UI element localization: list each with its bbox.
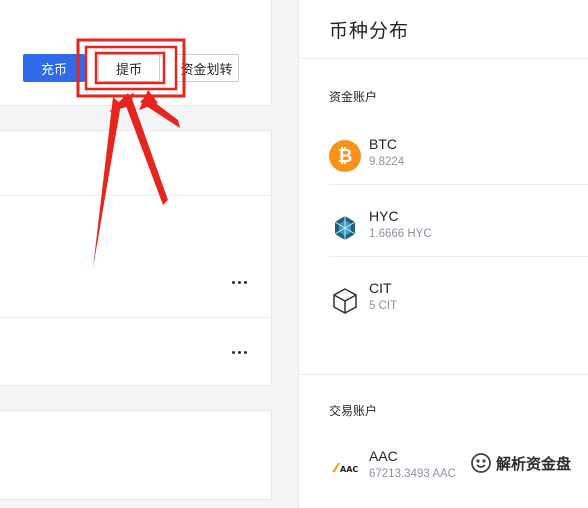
- asset-symbol: CIT: [369, 280, 392, 296]
- asset-divider: [329, 184, 588, 185]
- asset-symbol: AAC: [369, 448, 398, 464]
- cube-icon: [333, 288, 357, 314]
- asset-amount: 5 CIT: [369, 300, 398, 312]
- hyc-icon: [334, 216, 356, 240]
- asset-symbol: BTC: [369, 136, 397, 152]
- watermark-text: 解析资金盘: [496, 455, 572, 473]
- transfer-button[interactable]: 资金划转: [175, 54, 239, 82]
- trading-account-heading: 交易账户: [329, 404, 378, 418]
- asset-list-card: [0, 130, 272, 386]
- asset-amount: 67213.3493 AAC: [369, 468, 456, 480]
- more-options-icon[interactable]: [229, 347, 249, 357]
- asset-item-btc[interactable]: ₿ BTC 9.8224: [329, 136, 588, 186]
- asset-symbol: HYC: [369, 208, 399, 224]
- asset-amount: 9.8224: [369, 156, 405, 168]
- more-options-icon[interactable]: [229, 277, 249, 287]
- secondary-card: [0, 410, 272, 500]
- panel-divider: [299, 58, 588, 59]
- currency-distribution-panel: 币种分布 资金账户 ₿ BTC 9.8224 HYC 1.6666 HYC CI…: [298, 0, 588, 508]
- panel-title: 币种分布: [329, 21, 410, 42]
- svg-text:₿: ₿: [338, 146, 353, 167]
- aac-icon: AAC: [332, 463, 358, 474]
- section-divider: [299, 374, 588, 375]
- deposit-button[interactable]: 充币: [23, 54, 85, 82]
- row-divider: [0, 195, 271, 196]
- watermark: 解析资金盘: [470, 452, 571, 474]
- account-actions-card: [0, 0, 272, 106]
- bitcoin-icon: ₿: [329, 140, 361, 172]
- asset-item-hyc[interactable]: HYC 1.6666 HYC: [329, 208, 588, 258]
- row-divider: [0, 317, 271, 318]
- asset-amount: 1.6666 HYC: [369, 228, 432, 240]
- withdraw-button[interactable]: 提币: [98, 54, 160, 82]
- asset-divider: [329, 256, 588, 257]
- wechat-official-icon: [471, 453, 491, 473]
- svg-text:AAC: AAC: [340, 465, 358, 474]
- funding-account-heading: 资金账户: [329, 90, 378, 104]
- asset-item-cit[interactable]: CIT 5 CIT: [329, 280, 588, 330]
